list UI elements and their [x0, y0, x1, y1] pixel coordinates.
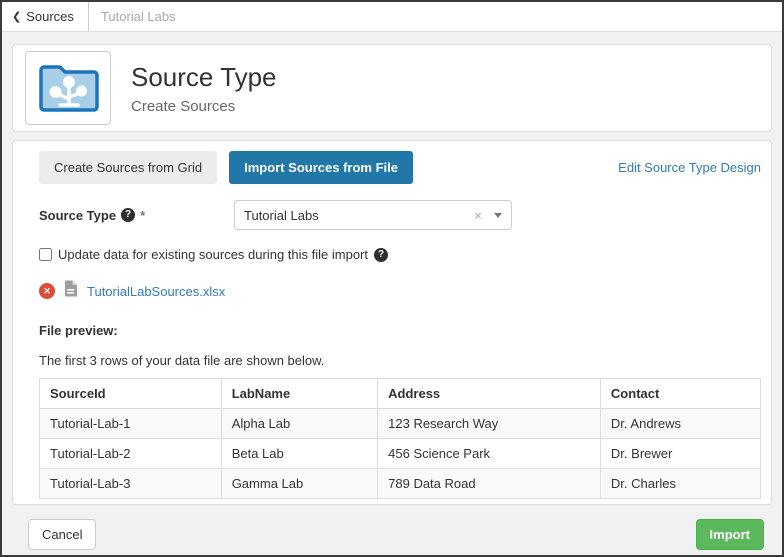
tab-create-sources-from-grid[interactable]: Create Sources from Grid: [39, 151, 217, 184]
cell-contact: Dr. Charles: [600, 469, 760, 499]
cancel-button[interactable]: Cancel: [28, 519, 96, 550]
import-panel: Create Sources from Grid Import Sources …: [12, 140, 772, 505]
cell-sourceid: Tutorial-Lab-1: [40, 409, 222, 439]
required-marker: *: [140, 208, 145, 223]
clear-selection-icon[interactable]: ×: [474, 208, 482, 223]
page-header: Source Type Create Sources: [12, 44, 772, 132]
table-row: Tutorial-Lab-1 Alpha Lab 123 Research Wa…: [40, 409, 761, 439]
caret-down-icon[interactable]: [494, 213, 502, 218]
uploaded-file-link[interactable]: TutorialLabSources.xlsx: [87, 284, 225, 299]
breadcrumb: ❮ Sources Tutorial Labs: [2, 2, 782, 32]
tab-row: Create Sources from Grid Import Sources …: [39, 151, 761, 184]
cell-labname: Beta Lab: [221, 439, 377, 469]
source-type-label: Source Type ? *: [39, 208, 234, 223]
help-icon-update-existing[interactable]: ?: [374, 248, 388, 262]
table-header-row: SourceId LabName Address Contact: [40, 379, 761, 409]
page-header-text: Source Type Create Sources: [131, 62, 277, 115]
breadcrumb-current: Tutorial Labs: [101, 9, 176, 24]
source-type-field-row: Source Type ? * Tutorial Labs ×: [39, 200, 761, 230]
footer-actions: Cancel Import: [2, 505, 782, 550]
cell-address: 789 Data Road: [378, 469, 601, 499]
cell-labname: Alpha Lab: [221, 409, 377, 439]
cell-address: 123 Research Way: [378, 409, 601, 439]
cell-labname: Gamma Lab: [221, 469, 377, 499]
remove-file-icon[interactable]: ✕: [39, 283, 55, 299]
update-existing-checkbox-row: Update data for existing sources during …: [39, 247, 761, 262]
cell-sourceid: Tutorial-Lab-3: [40, 469, 222, 499]
file-preview-note: The first 3 rows of your data file are s…: [39, 353, 761, 368]
table-row: Tutorial-Lab-3 Gamma Lab 789 Data Road D…: [40, 469, 761, 499]
source-type-icon-card: [25, 51, 111, 125]
source-type-selected-value: Tutorial Labs: [244, 208, 474, 223]
source-type-select[interactable]: Tutorial Labs ×: [234, 200, 512, 230]
file-preview-heading: File preview:: [39, 323, 761, 338]
breadcrumb-back-label: Sources: [26, 9, 74, 24]
chevron-left-icon: ❮: [12, 10, 21, 23]
uploaded-file-row: ✕ TutorialLabSources.xlsx: [39, 280, 761, 302]
table-row: Tutorial-Lab-2 Beta Lab 456 Science Park…: [40, 439, 761, 469]
file-icon: [64, 280, 78, 302]
cell-address: 456 Science Park: [378, 439, 601, 469]
sources-folder-icon: [36, 57, 100, 120]
cell-sourceid: Tutorial-Lab-2: [40, 439, 222, 469]
file-preview-table: SourceId LabName Address Contact Tutoria…: [39, 378, 761, 499]
column-header-address: Address: [378, 379, 601, 409]
cell-contact: Dr. Andrews: [600, 409, 760, 439]
update-existing-label: Update data for existing sources during …: [58, 247, 368, 262]
column-header-contact: Contact: [600, 379, 760, 409]
page-title: Source Type: [131, 62, 277, 93]
help-icon-source-type[interactable]: ?: [121, 208, 135, 222]
tab-import-sources-from-file[interactable]: Import Sources from File: [229, 151, 413, 184]
edit-source-type-design-link[interactable]: Edit Source Type Design: [618, 160, 761, 175]
column-header-labname: LabName: [221, 379, 377, 409]
column-header-sourceid: SourceId: [40, 379, 222, 409]
app-window: ❮ Sources Tutorial Labs: [0, 0, 784, 557]
breadcrumb-back-link[interactable]: ❮ Sources: [12, 9, 74, 24]
breadcrumb-divider: [88, 2, 89, 31]
import-button[interactable]: Import: [696, 519, 764, 550]
cell-contact: Dr. Brewer: [600, 439, 760, 469]
update-existing-checkbox[interactable]: [39, 248, 52, 261]
page-subtitle: Create Sources: [131, 98, 277, 115]
